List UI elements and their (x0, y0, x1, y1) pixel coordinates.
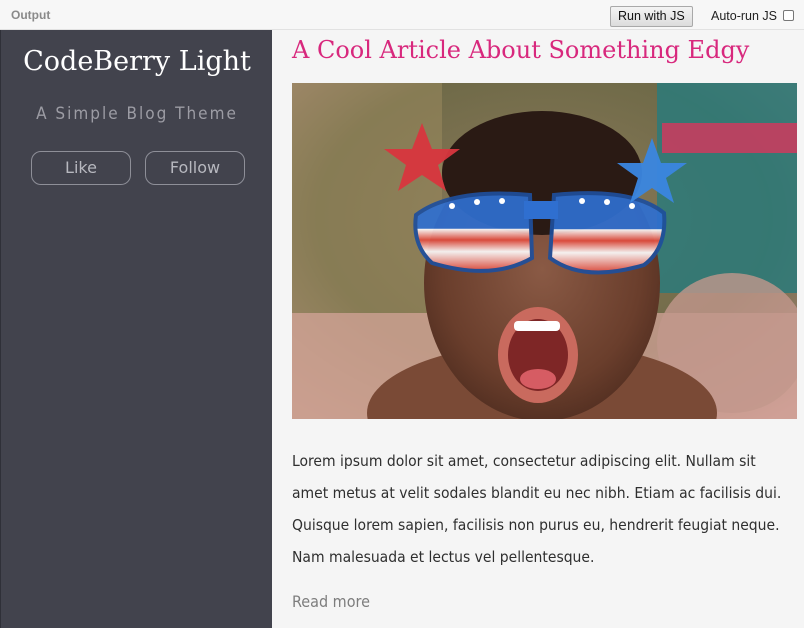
site-title: CodeBerry Light (23, 46, 251, 77)
autorun-label: Auto-run JS (711, 9, 778, 23)
output-label: Output (11, 8, 51, 22)
article-hero-image (292, 83, 797, 419)
output-bar: Output Run with JS Auto-run JS (0, 0, 804, 30)
follow-button[interactable]: Follow (145, 151, 245, 185)
run-with-js-button[interactable]: Run with JS (610, 6, 693, 27)
hero-illustration (292, 83, 797, 419)
article-body: Lorem ipsum dolor sit amet, consectetur … (292, 452, 782, 566)
like-button[interactable]: Like (31, 151, 131, 185)
sidebar: CodeBerry Light A Simple Blog Theme Like… (0, 30, 272, 628)
autorun-checkbox[interactable] (783, 10, 794, 21)
site-subtitle: A Simple Blog Theme (36, 104, 238, 124)
article-title: A Cool Article About Something Edgy (292, 36, 750, 64)
main-content: A Cool Article About Something Edgy Lore… (272, 30, 804, 628)
read-more-link[interactable]: Read more (292, 592, 370, 611)
